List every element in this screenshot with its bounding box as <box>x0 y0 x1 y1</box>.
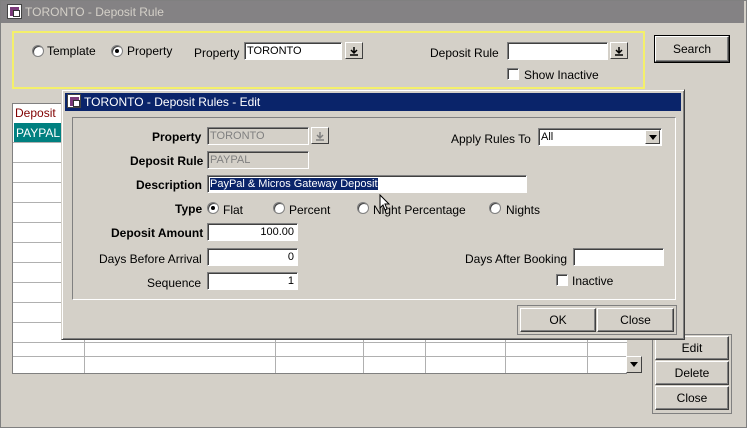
filter-deposit-rule-lov-button[interactable] <box>610 42 628 59</box>
type-radio-percent[interactable] <box>273 202 285 214</box>
days-before-arrival-label: Days Before Arrival <box>99 252 202 266</box>
type-label: Type <box>175 202 203 216</box>
dropdown-arrow-icon <box>648 135 657 140</box>
type-radio-night-percentage[interactable] <box>357 202 369 214</box>
main-close-button[interactable]: Close <box>655 386 729 410</box>
grid-divider <box>13 342 641 343</box>
filter-deposit-rule-input[interactable] <box>507 42 608 60</box>
property-lov-button <box>311 127 329 144</box>
type-radio-percent-label: Percent <box>289 203 331 217</box>
inactive-checkbox[interactable] <box>556 274 568 286</box>
lov-down-arrow-icon <box>615 47 623 56</box>
deposit-rule-label: Deposit Rule <box>130 154 204 168</box>
deposit-amount-label: Deposit Amount <box>111 226 204 240</box>
template-radio-label: Template <box>47 44 96 58</box>
filter-deposit-rule-label: Deposit Rule <box>430 46 499 60</box>
deposit-rule-input: PAYPAL <box>207 151 309 169</box>
type-radio-nights[interactable] <box>489 202 501 214</box>
type-radio-nights-label: Nights <box>506 203 541 217</box>
property-input: TORONTO <box>207 127 309 145</box>
description-input[interactable]: PayPal & Micros Gateway Deposit <box>207 175 527 193</box>
scroll-down-arrow-icon <box>630 362 638 367</box>
dialog-titlebar: TORONTO - Deposit Rules - Edit <box>65 93 681 111</box>
main-titlebar: TORONTO - Deposit Rule <box>1 1 744 23</box>
lov-down-arrow-icon <box>316 132 324 141</box>
grid-column-divider <box>275 340 276 373</box>
apply-rules-dropdown-button[interactable] <box>645 130 660 144</box>
mouse-cursor-icon <box>379 194 391 211</box>
main-title: TORONTO - Deposit Rule <box>25 5 164 19</box>
filter-property-lov-button[interactable] <box>345 42 363 59</box>
apply-rules-select[interactable]: All <box>538 128 662 146</box>
type-radio-flat[interactable] <box>207 202 219 214</box>
property-radio-label: Property <box>127 44 173 58</box>
grid-scroll-down-button[interactable] <box>626 356 642 373</box>
type-radio-flat-label: Flat <box>223 203 244 217</box>
description-value: PayPal & Micros Gateway Deposit <box>210 178 378 190</box>
property-label: Property <box>152 130 202 144</box>
sequence-label: Sequence <box>147 276 202 290</box>
sequence-input[interactable]: 1 <box>207 272 298 290</box>
description-label: Description <box>136 178 203 192</box>
edit-dialog: TORONTO - Deposit Rules - Edit Property … <box>61 89 685 340</box>
app-icon <box>67 94 81 108</box>
show-inactive-label: Show Inactive <box>524 68 599 82</box>
grid-column-divider <box>587 340 588 373</box>
grid-divider <box>13 356 641 357</box>
days-after-booking-label: Days After Booking <box>465 252 568 266</box>
days-after-booking-input[interactable] <box>573 248 664 266</box>
dialog-title: TORONTO - Deposit Rules - Edit <box>84 95 261 109</box>
grid-column-divider <box>363 340 364 373</box>
dialog-close-button[interactable]: Close <box>597 308 674 332</box>
property-radio[interactable] <box>111 45 123 57</box>
grid-column-divider <box>505 340 506 373</box>
lov-down-arrow-icon <box>350 47 358 56</box>
filter-property-label: Property <box>194 46 240 60</box>
grid-column-divider <box>425 340 426 373</box>
template-radio[interactable] <box>32 45 44 57</box>
grid-scrollbar[interactable] <box>626 334 642 374</box>
show-inactive-checkbox[interactable] <box>507 68 519 80</box>
days-before-arrival-input[interactable]: 0 <box>207 248 298 266</box>
search-button[interactable]: Search <box>654 35 730 63</box>
delete-button[interactable]: Delete <box>655 361 729 385</box>
apply-rules-label: Apply Rules To <box>451 132 531 146</box>
deposit-amount-input[interactable]: 100.00 <box>207 223 298 241</box>
ok-button[interactable]: OK <box>520 308 596 332</box>
apply-rules-value: All <box>541 131 554 143</box>
inactive-label: Inactive <box>572 274 614 288</box>
app-icon <box>7 4 22 19</box>
filter-property-input[interactable]: TORONTO <box>244 42 342 60</box>
